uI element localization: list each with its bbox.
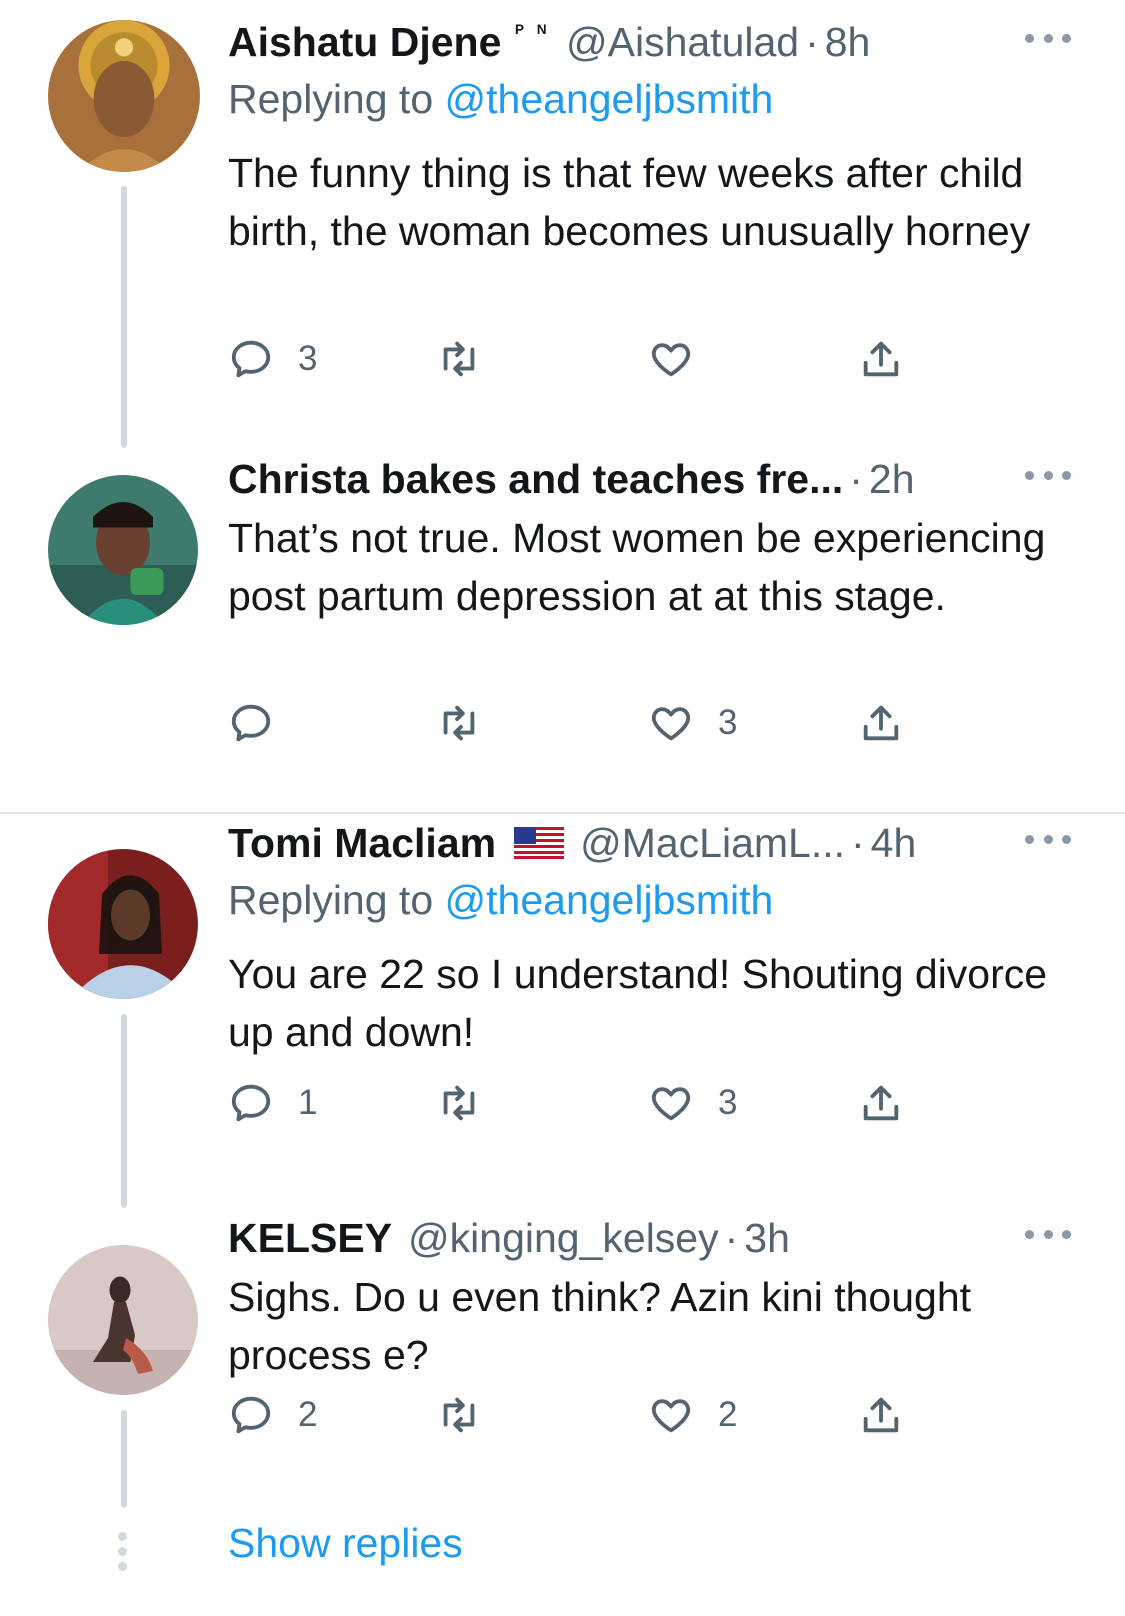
more-icon[interactable]: [1025, 28, 1071, 48]
share-icon: [863, 341, 899, 377]
retweet-icon: [443, 1085, 475, 1121]
separator-dot: ·: [805, 18, 819, 65]
like-button[interactable]: 3: [648, 696, 737, 750]
share-button[interactable]: [858, 1076, 904, 1130]
like-count: 3: [718, 1083, 738, 1122]
us-flag-icon: [514, 827, 565, 859]
tweet-text: The funny thing is that few weeks after …: [228, 150, 1031, 254]
reply-icon: [231, 340, 271, 378]
tweet-aishatu[interactable]: Aishatu Djene ᴾ ᴺ @Aishatulad · 8h Reply…: [0, 0, 1125, 450]
retweet-button[interactable]: [436, 332, 506, 386]
thread-line: [121, 1014, 127, 1208]
like-button[interactable]: 2: [648, 1388, 737, 1442]
timestamp[interactable]: 2h: [869, 456, 915, 503]
replying-mention[interactable]: @theangeljbsmith: [445, 877, 774, 923]
separator-dot: ·: [849, 455, 863, 502]
avatar[interactable]: [48, 849, 198, 999]
share-icon: [863, 705, 899, 741]
tweet-kelsey[interactable]: KELSEY @kinging_kelsey · 3h Sighs. Do u …: [0, 1210, 1125, 1510]
reply-icon: [231, 1084, 271, 1122]
share-button[interactable]: [858, 696, 904, 750]
tweet-text: You are 22 so I understand! Shouting div…: [228, 951, 1048, 1055]
reply-count: 3: [298, 339, 318, 378]
replying-label: Replying to: [228, 877, 434, 923]
reply-button[interactable]: [228, 696, 298, 750]
tweet-tomi[interactable]: Tomi Macliam @MacLiamL... · 4h Replying …: [0, 814, 1125, 1210]
thread-line: [121, 1410, 127, 1508]
tweet-text: Sighs. Do u even think? Azin kini though…: [228, 1274, 972, 1378]
heart-icon: [651, 707, 691, 741]
more-replies-dots-icon: [118, 1532, 130, 1577]
action-bar: 3: [228, 696, 948, 750]
like-count: 3: [718, 703, 738, 742]
timestamp[interactable]: 4h: [871, 820, 917, 867]
retweet-icon: [443, 341, 475, 377]
action-bar: 2 2: [228, 1388, 948, 1442]
user-handle[interactable]: @kinging_kelsey: [408, 1215, 719, 1262]
reply-button[interactable]: 3: [228, 332, 317, 386]
share-button[interactable]: [858, 1388, 904, 1442]
heart-icon: [651, 1399, 691, 1433]
replying-to: Replying to @theangeljbsmith: [228, 76, 1085, 126]
avatar[interactable]: [48, 20, 200, 172]
user-handle[interactable]: @MacLiamL...: [580, 820, 845, 867]
reply-button[interactable]: 2: [228, 1388, 317, 1442]
more-icon[interactable]: [1025, 829, 1071, 849]
retweet-button[interactable]: [436, 696, 506, 750]
retweet-button[interactable]: [436, 1076, 506, 1130]
name-badge: ᴾ ᴺ: [515, 21, 550, 44]
show-replies-link[interactable]: Show replies: [228, 1520, 463, 1567]
replying-label: Replying to: [228, 76, 434, 122]
more-icon[interactable]: [1025, 1224, 1071, 1244]
user-handle[interactable]: @Aishatulad: [566, 19, 799, 66]
user-name[interactable]: KELSEY: [228, 1215, 392, 1262]
tweet-text: That’s not true. Most women be experienc…: [228, 515, 1046, 619]
heart-icon: [651, 343, 691, 377]
share-icon: [863, 1397, 899, 1433]
user-name[interactable]: Aishatu Djene: [228, 19, 501, 66]
reply-count: 1: [298, 1083, 318, 1122]
tweet-christa[interactable]: Christa bakes and teaches fre... · 2h Th…: [0, 450, 1125, 810]
replying-mention[interactable]: @theangeljbsmith: [445, 76, 774, 122]
reply-count: 2: [298, 1395, 318, 1434]
action-bar: 1 3: [228, 1076, 948, 1130]
action-bar: 3: [228, 332, 948, 386]
user-name[interactable]: Tomi Macliam: [228, 820, 496, 867]
user-name[interactable]: Christa bakes and teaches fre...: [228, 456, 843, 503]
retweet-icon: [443, 1397, 475, 1433]
share-icon: [863, 1085, 899, 1121]
retweet-button[interactable]: [436, 1388, 506, 1442]
avatar[interactable]: [48, 1245, 198, 1395]
separator-dot: ·: [851, 819, 865, 866]
timestamp[interactable]: 8h: [825, 19, 871, 66]
reply-icon: [231, 1396, 271, 1434]
like-button[interactable]: [648, 332, 718, 386]
timestamp[interactable]: 3h: [744, 1215, 790, 1262]
like-button[interactable]: 3: [648, 1076, 737, 1130]
more-icon[interactable]: [1025, 465, 1071, 485]
retweet-icon: [443, 705, 475, 741]
thread-line: [121, 186, 127, 448]
heart-icon: [651, 1087, 691, 1121]
share-button[interactable]: [858, 332, 904, 386]
separator-dot: ·: [724, 1214, 739, 1261]
replying-to: Replying to @theangeljbsmith: [228, 877, 1085, 927]
avatar[interactable]: [48, 475, 198, 625]
reply-icon: [231, 704, 271, 742]
like-count: 2: [718, 1395, 738, 1434]
reply-button[interactable]: 1: [228, 1076, 317, 1130]
